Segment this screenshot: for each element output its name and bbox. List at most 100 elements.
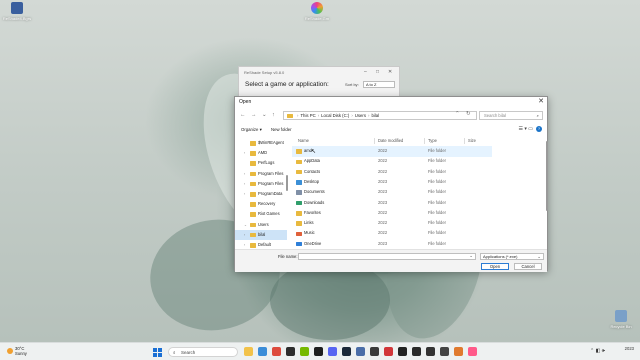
desktop-icon-reshade-bgrs[interactable]: ReShade4.Bgrs <box>0 2 34 21</box>
nav-pane-item[interactable]: › Default <box>235 240 287 248</box>
app-dark4-icon[interactable] <box>426 347 435 356</box>
nav-pane-label: Users <box>258 221 269 227</box>
file-name-input[interactable]: ⌄ <box>298 252 476 260</box>
new-folder-button[interactable]: New folder <box>271 127 292 132</box>
nav-pane-item[interactable]: › Program Files <box>235 179 287 189</box>
help-icon[interactable]: ? <box>536 126 542 132</box>
nvidia-app-icon[interactable] <box>300 347 309 356</box>
file-date: 2022 <box>378 148 388 153</box>
file-row[interactable]: Documents 2023 File folder <box>292 187 492 198</box>
expand-arrow-icon[interactable]: › <box>244 148 245 158</box>
breadcrumb-item[interactable]: Users <box>355 113 366 118</box>
file-explorer-app-icon[interactable] <box>244 347 253 356</box>
view-icon[interactable]: ☰ ▾ ▭ <box>519 126 534 132</box>
nav-pane-item[interactable]: › bilal <box>235 229 287 240</box>
expand-arrow-icon[interactable]: › <box>244 230 245 240</box>
clock[interactable]: 2023 <box>625 346 634 351</box>
nav-pane-item[interactable]: Recovery <box>235 199 287 209</box>
steam-app-icon[interactable] <box>342 347 351 356</box>
up-button[interactable]: ↑ <box>272 112 275 118</box>
desktop-icon-label: ReShade4.Bgrs <box>2 16 32 21</box>
store-app-icon[interactable] <box>258 347 267 356</box>
close-icon[interactable]: ✕ <box>538 98 544 106</box>
expand-arrow-icon[interactable]: › <box>244 240 245 248</box>
forward-button[interactable]: → <box>251 112 257 118</box>
file-type-filter[interactable]: Applications (*.exe) ⌄ <box>480 252 544 260</box>
file-list-scrollbar[interactable] <box>545 137 548 248</box>
expand-arrow-icon[interactable]: › <box>244 189 245 199</box>
file-row[interactable]: Desktop 2023 File folder <box>292 177 492 188</box>
app-gray-icon[interactable] <box>370 347 379 356</box>
desktop-icon-label: Recycle Bin <box>610 324 632 329</box>
app-dark2-icon[interactable] <box>398 347 407 356</box>
riot-app-icon[interactable] <box>384 347 393 356</box>
file-date: 2023 <box>378 189 388 195</box>
app-dark5-icon[interactable] <box>440 347 449 356</box>
column-header-size[interactable]: Size <box>468 138 476 143</box>
search-icon: ⌕ <box>536 113 539 118</box>
search-icon: ⌕ <box>173 350 176 355</box>
mouse-cursor-icon: ↖ <box>311 149 317 155</box>
dark-app-icon[interactable] <box>314 347 323 356</box>
file-row[interactable]: Music 2022 File folder <box>292 228 492 239</box>
reshade-app-icon[interactable] <box>468 347 477 356</box>
expand-arrow-icon[interactable]: ⌄ <box>244 220 247 230</box>
hex-app-icon[interactable] <box>356 347 365 356</box>
file-type: File folder <box>428 168 446 174</box>
nav-pane-item[interactable]: $WinREAgent <box>235 138 287 148</box>
sort-select[interactable]: A to Z <box>363 81 395 88</box>
file-row[interactable]: AppData 2022 File folder <box>292 156 492 167</box>
start-button[interactable] <box>153 348 162 357</box>
file-row[interactable]: amd 2022 File folder <box>292 146 492 157</box>
maximize-button[interactable]: □ <box>376 69 379 75</box>
expand-arrow-icon[interactable]: › <box>244 169 245 179</box>
organize-menu[interactable]: Organize ▾ <box>241 127 262 133</box>
nav-pane-item[interactable]: ⌄ Users <box>235 220 287 230</box>
nav-pane-item[interactable]: › Program Files <box>235 169 287 179</box>
nav-pane-item[interactable]: PerfLogs <box>235 158 287 168</box>
column-header-name[interactable]: Name <box>298 138 309 143</box>
refresh-button[interactable]: ↻ <box>466 111 471 117</box>
nav-pane-item[interactable]: Riot Games <box>235 209 287 219</box>
column-header-type[interactable]: Type <box>428 138 437 143</box>
taskbar-search[interactable]: ⌕ Search <box>168 347 238 357</box>
file-row[interactable]: Favorites 2022 File folder <box>292 208 492 219</box>
breadcrumb-item[interactable]: bilal <box>371 113 379 118</box>
open-button[interactable]: Open <box>481 263 509 270</box>
address-history-button[interactable]: ⌃ <box>455 111 460 117</box>
desktop-icon-reshade-gm[interactable]: ReShade.Gm <box>300 2 334 21</box>
scrollbar-thumb[interactable] <box>285 175 288 191</box>
open-file-dialog: Open ✕ ← → ⌄ ↑ › This PC › Local Disk (C:) ›… <box>234 96 548 272</box>
navigation-row: ← → ⌄ ↑ › This PC › Local Disk (C:) › Users › b… <box>235 110 547 122</box>
nav-pane-scrollbar[interactable] <box>285 137 288 248</box>
file-row[interactable]: Downloads 2023 File folder <box>292 198 492 209</box>
discord-app-icon[interactable] <box>328 347 337 356</box>
column-header-date[interactable]: Date modified <box>378 138 403 143</box>
chevron-down-icon[interactable]: ⌄ <box>469 253 473 259</box>
address-bar[interactable]: › This PC › Local Disk (C:) › Users › bilal <box>283 111 477 120</box>
nav-pane-item[interactable]: › ProgramData <box>235 189 287 199</box>
nav-pane-item[interactable]: › AMD <box>235 148 287 158</box>
file-row[interactable]: Contacts 2022 File folder <box>292 167 492 178</box>
minimize-button[interactable]: – <box>364 69 367 75</box>
file-row[interactable]: Links 2022 File folder <box>292 218 492 229</box>
terminal-app-icon[interactable] <box>286 347 295 356</box>
recent-dropdown-button[interactable]: ⌄ <box>262 112 267 118</box>
expand-arrow-icon[interactable]: › <box>244 179 245 189</box>
app-orange-icon[interactable] <box>454 347 463 356</box>
dialog-titlebar[interactable]: Open ✕ <box>235 97 547 108</box>
cancel-button[interactable]: Cancel <box>514 263 542 270</box>
file-row[interactable]: OneDrive 2023 File folder <box>292 239 492 248</box>
close-button[interactable]: ✕ <box>388 69 392 75</box>
desktop-icon-recycle-bin[interactable]: Recycle Bin <box>604 310 638 329</box>
scrollbar-thumb[interactable] <box>545 141 548 211</box>
chevron-right-icon: › <box>317 113 320 118</box>
app-dark3-icon[interactable] <box>412 347 421 356</box>
breadcrumb-item[interactable]: This PC <box>300 113 315 118</box>
breadcrumb-item[interactable]: Local Disk (C:) <box>321 113 349 118</box>
search-input[interactable]: Search bilal ⌕ <box>479 111 543 120</box>
view-options[interactable]: ☰ ▾ ▭? <box>519 126 542 132</box>
system-tray-icons[interactable]: ⌃ ◧ 🕪 <box>590 348 605 354</box>
chrome-app-icon[interactable] <box>272 347 281 356</box>
back-button[interactable]: ← <box>240 112 246 118</box>
